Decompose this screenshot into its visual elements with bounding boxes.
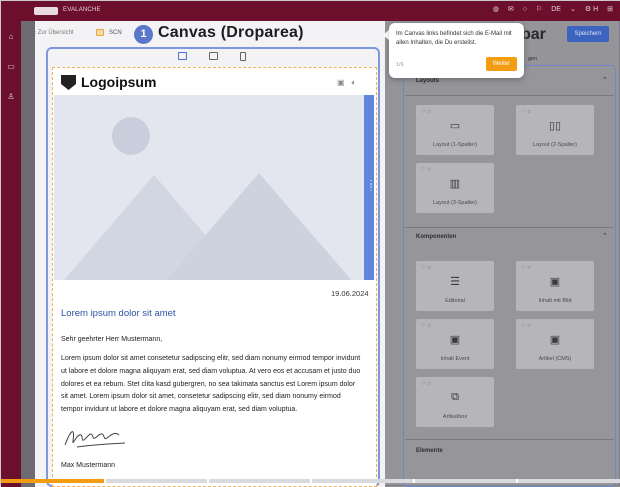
top-bar: EVALANCHE ◍ ✉ ○ ⚐ DE ⌄ ⚙ H ⊞ [1,1,620,21]
tile-actions-icon[interactable]: ♡ ☆ [421,381,431,387]
tour-step-badge: 1 [134,25,153,44]
chevron-up-icon[interactable]: ⌃ [602,232,608,240]
user-initial: H [593,6,599,13]
tour-step-title: Canvas (Droparea) [158,24,304,41]
globe-icon[interactable]: ◍ [493,5,499,13]
user-menu[interactable]: ⚙ H [585,5,598,13]
speaker-icon[interactable]: 🔈︎ [352,78,357,88]
back-link-label: Zur Übersicht [37,30,74,36]
tile-actions-icon[interactable]: ♡ ☆ [421,167,431,173]
component-articlebox-tile[interactable]: ♡ ☆ ⧉ Artikelbox [416,377,494,427]
tour-progress-fill [1,479,105,483]
progress-separator [104,479,106,483]
next-button[interactable]: Weiter [486,57,517,71]
tile-actions-icon[interactable]: ♡ ☆ [421,109,431,115]
tile-label: Layout (2-Spalter) [532,142,578,148]
layout-1-column-icon: ▭ [449,120,461,132]
image-mountain-shape [164,173,354,280]
mail-icon[interactable]: ✉ [508,5,514,13]
folder-icon[interactable]: ▭ [6,62,16,72]
tile-actions-icon[interactable]: ♡ ☆ [521,323,531,329]
email-title: Lorem ipsum dolor sit amet [61,308,176,319]
left-sidebar: ⌂ ▭ ♙ [1,21,21,487]
tile-label: Editorial [445,298,465,304]
language-select[interactable]: DE [551,6,561,13]
layout-1-column-tile[interactable]: ♡ ☆ ▭ Layout (1-Spalter) [416,105,494,155]
settings-icon[interactable]: ⊞ [607,5,613,13]
tile-label: Inhalt Event [440,356,470,362]
scn-label: SCN [109,30,122,36]
image-sun-shape [112,117,150,155]
tile-label: Artikel (CMS) [538,356,572,362]
email-body-text: Lorem ipsum dolor sit amet consetetur sa… [61,355,361,414]
event-icon: ▣ [449,334,461,346]
home-icon[interactable]: ⌂ [6,32,16,42]
layout-2-column-icon: ▯▯ [548,120,562,132]
tile-actions-icon[interactable]: ♡ ☆ [421,265,431,271]
contacts-icon[interactable]: ♙ [6,92,16,102]
panel-header-fragment: gen [528,56,538,62]
editorial-icon: ☰ [450,276,460,288]
layout-3-column-tile[interactable]: ♡ ☆ ▥ Layout (3-Spalter) [416,163,494,213]
email-signature-name: Max Mustermann [61,462,116,469]
app-name: EVALANCHE [63,7,101,13]
email-header-icons: ▣ 🔈︎ [337,78,356,88]
tile-actions-icon[interactable]: ♡ ☆ [421,323,431,329]
section-layouts-title: Layouts [416,78,440,84]
back-link[interactable]: ‹ Zur Übersicht [34,30,74,36]
progress-separator [516,479,518,483]
divider [405,227,614,228]
content-image-icon: ▣ [549,276,561,288]
tooltip-text: Im Canvas links befindet sich die E-Mail… [396,31,512,46]
component-event-tile[interactable]: ♡ ☆ ▣ Inhalt Event [416,319,494,369]
layout-3-column-icon: ▥ [449,178,461,190]
articlebox-icon: ⧉ [451,391,459,403]
divider [405,95,614,96]
chevron-up-icon[interactable]: ⌃ [602,76,608,84]
component-content-image-tile[interactable]: ♡ ☆ ▣ Inhalt mit Bild [516,261,594,311]
tile-actions-icon[interactable]: ♡ ☆ [521,265,531,271]
progress-separator [413,479,415,483]
scn-icon [96,29,104,36]
panel-title-fragment: bar [521,26,546,43]
section-elements-title: Elemente [416,448,443,454]
email-logo-text: Logoipsum [81,74,157,90]
tile-label: Layout (3-Spalter) [432,200,478,206]
save-button[interactable]: Speichern [567,26,609,42]
article-icon: ▣ [549,334,561,346]
app-logo[interactable] [34,7,58,15]
section-components-title: Komponenten [416,234,457,240]
email-greeting: Sehr geehrter Herr Mustermann, [61,336,163,343]
component-article-cms-tile[interactable]: ♡ ☆ ▣ Artikel (CMS) [516,319,594,369]
tile-label: Layout (1-Spalter) [432,142,478,148]
hero-image-placeholder[interactable] [54,95,364,280]
top-bar-icons: ◍ ✉ ○ ⚐ DE ⌄ ⚙ H ⊞ [493,5,613,14]
flag-icon[interactable]: ⚐ [536,5,542,13]
tile-actions-icon[interactable]: ♡ ☆ [521,109,531,115]
signature-image [64,431,126,448]
overlay-edge [21,21,35,487]
component-editorial-tile[interactable]: ♡ ☆ ☰ Editorial [416,261,494,311]
tooltip-step-counter: 1/6 [396,62,404,68]
app-window: EVALANCHE ◍ ✉ ○ ⚐ DE ⌄ ⚙ H ⊞ ⌂ ▭ ♙ ‹ Zur… [0,0,620,487]
tile-label: Artikelbox [442,414,468,420]
progress-separator [310,479,312,483]
progress-separator [207,479,209,483]
divider [405,439,614,440]
browser-view-icon[interactable]: ▣ [337,78,345,88]
drag-grip-icon[interactable]: ⋮ ⋮ [367,180,375,192]
layout-2-column-tile[interactable]: ♡ ☆ ▯▯ Layout (2-Spalter) [516,105,594,155]
tile-label: Inhalt mit Bild [538,298,572,304]
chevron-down-icon[interactable]: ⌄ [570,5,576,13]
help-icon[interactable]: ○ [523,6,527,13]
email-date: 19.06.2024 [331,289,369,298]
